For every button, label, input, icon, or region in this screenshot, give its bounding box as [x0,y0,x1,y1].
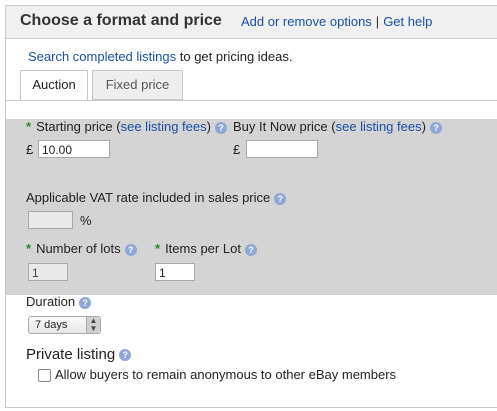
tab-auction[interactable]: Auction [20,70,88,101]
bin-price-label: Buy It Now price (see listing fees)? [233,119,442,134]
percent-sign: % [80,213,92,228]
help-icon[interactable]: ? [79,296,92,309]
vat-label: Applicable VAT rate included in sales pr… [26,190,287,205]
private-listing-checkbox-label[interactable]: Allow buyers to remain anonymous to othe… [55,367,396,382]
starting-price-close: ) [206,119,211,134]
search-completed-listings-link[interactable]: Search completed listings [28,49,176,64]
duration-value: 7 days [35,319,68,331]
bin-price-input[interactable] [246,140,318,158]
items-per-lot-input[interactable]: 1 [155,263,195,281]
private-listing-checkbox[interactable] [38,369,51,382]
private-listing-text: Private listing [26,346,116,363]
header-links: Add or remove options | Get help [241,14,432,29]
help-icon[interactable]: ? [244,243,257,256]
tab-divider [6,100,497,101]
starting-price-input[interactable]: 10.00 [38,140,110,158]
header-separator: | [375,14,380,29]
items-per-lot-label: * Items per Lot? [155,241,257,256]
help-icon[interactable]: ? [124,243,137,256]
duration-label-text: Duration [26,294,76,309]
section-header: Choose a format and price Add or remove … [6,6,497,39]
items-label-text: Items per Lot [165,241,241,256]
starting-price-label: * Starting price (see listing fees)? [26,119,227,134]
vat-label-text: Applicable VAT rate included in sales pr… [26,190,271,205]
bin-price-fees-link[interactable]: see listing fees [336,119,422,134]
format-price-section: Choose a format and price Add or remove … [5,5,497,408]
bin-currency-symbol: £ [233,142,241,157]
lots-label-text: Number of lots [36,241,121,256]
pricing-intro-text: to get pricing ideas. [176,49,293,64]
private-listing-heading: Private listing? [26,346,132,363]
help-icon[interactable]: ? [214,121,227,134]
duration-label: Duration? [26,294,92,309]
bin-price-text: Buy It Now price ( [233,119,336,134]
number-of-lots-label: * Number of lots? [26,241,137,256]
bin-price-close: ) [421,119,426,134]
section-title: Choose a format and price [20,12,222,29]
currency-symbol: £ [26,142,34,157]
vat-rate-input[interactable] [28,211,73,229]
number-of-lots-input[interactable]: 1 [28,263,68,281]
required-star-icon: * [26,119,32,134]
required-star-icon: * [26,241,32,256]
pricing-intro: Search completed listings to get pricing… [28,49,293,64]
tab-fixed-price[interactable]: Fixed price [92,70,183,100]
help-icon[interactable]: ? [274,192,287,205]
starting-price-text: Starting price ( [36,119,121,134]
duration-select[interactable]: 7 days ▲ ▼ [28,316,101,334]
help-icon[interactable]: ? [429,121,442,134]
help-icon[interactable]: ? [119,349,132,362]
select-arrows-icon: ▲ ▼ [86,317,100,333]
get-help-link[interactable]: Get help [383,14,432,29]
starting-price-fees-link[interactable]: see listing fees [121,119,207,134]
required-star-icon: * [155,241,161,256]
add-remove-options-link[interactable]: Add or remove options [241,14,372,29]
